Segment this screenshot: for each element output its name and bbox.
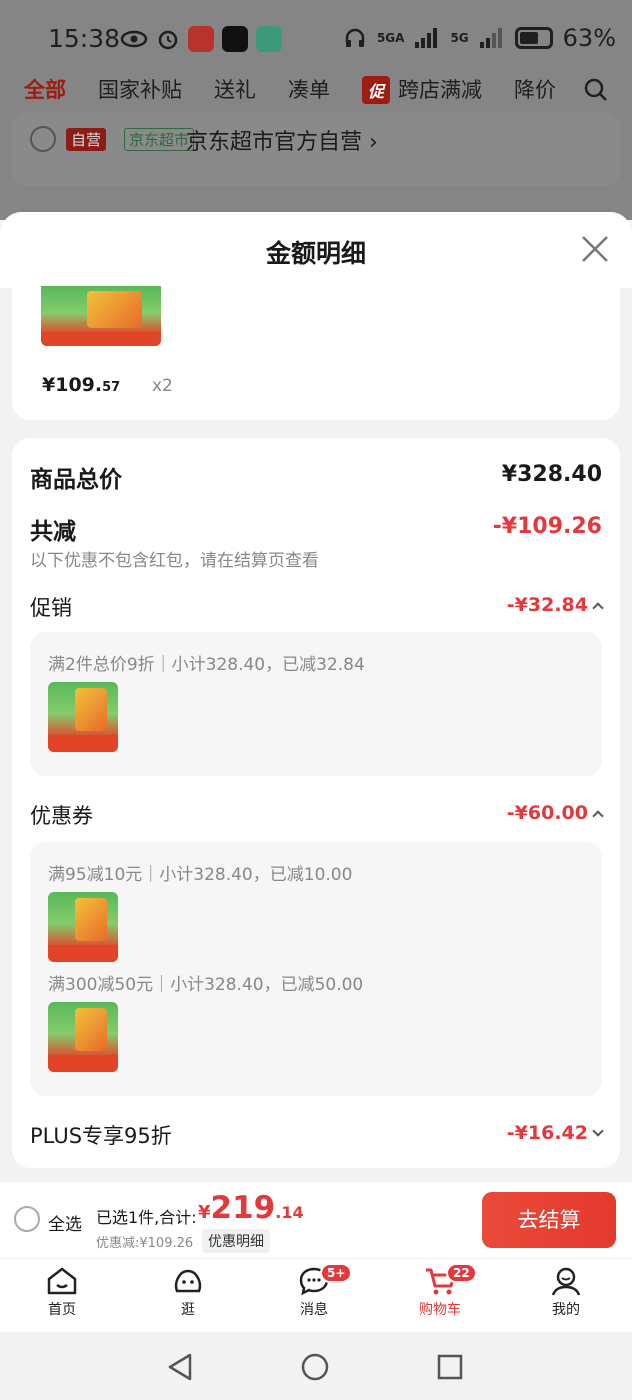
tab-cross-store[interactable]: 促跨店满减 [362, 74, 482, 104]
plus-value-text: -¥16.42 [506, 1122, 588, 1144]
d-app-icon [222, 26, 248, 52]
sheet-header: 金额明细 [0, 212, 632, 288]
signal-icon-2 [479, 28, 502, 48]
tab-bundle[interactable]: 凑单 [288, 74, 330, 104]
category-tabs: 全部 国家补贴 送礼 凑单 促跨店满减 降价 [24, 74, 556, 104]
signal-icon [415, 28, 438, 48]
product-price-main: ¥109. [42, 374, 103, 396]
status-right: 5GA 5G 63% [343, 24, 616, 52]
eye-icon [120, 30, 148, 48]
bottom-nav: 首页 逛 消息 5+ 购物车 22 我的 [0, 1258, 632, 1332]
mi-app-icon [256, 26, 282, 52]
coupon-label: 优惠券 [30, 804, 93, 828]
coupon-line-2: 满300减50元｜小计328.40，已减50.00 [48, 975, 364, 995]
promo-value-text: -¥32.84 [506, 594, 588, 616]
chevron-up-icon [592, 601, 604, 614]
battery-icon [514, 27, 553, 49]
promo-label: 促销 [30, 596, 72, 620]
store-checkbox[interactable] [30, 126, 56, 152]
total-currency: ¥ [198, 1202, 211, 1223]
profile-icon [551, 1267, 581, 1296]
select-all-checkbox[interactable] [14, 1206, 40, 1232]
coupon-product-image-1[interactable] [48, 892, 118, 962]
cart-badge: 22 [446, 1263, 477, 1283]
nav-messages[interactable]: 消息 5+ [274, 1263, 354, 1319]
reduce-note: 以下优惠不包含红包，请在结算页查看 [30, 551, 319, 571]
alarm-icon [158, 30, 178, 50]
tab-cross-store-label: 跨店满减 [398, 78, 483, 102]
discount-text: 优惠减:¥109.26 [96, 1236, 194, 1251]
store-name-label: 京东超市官方自营 [186, 130, 363, 155]
reduce-label: 共减 [30, 519, 76, 545]
reduce-value: -¥109.26 [492, 514, 602, 539]
jd-supermarket-tag: 京东超市 [124, 128, 195, 151]
nav-home[interactable]: 首页 [22, 1265, 102, 1319]
battery-percent: 63% [562, 24, 616, 52]
checkout-bar: 全选 已选1件,合计: ¥219.14 优惠减:¥109.26 优惠明细 去结算 [0, 1182, 632, 1258]
system-nav-bar [0, 1332, 632, 1400]
self-operated-tag: 自营 [66, 128, 107, 151]
nav-home-label: 首页 [48, 1302, 76, 1318]
promo-detail-box: 满2件总价9折｜小计328.40，已减32.84 [30, 632, 602, 776]
total-int: 219 [210, 1190, 276, 1226]
product-image[interactable] [41, 286, 161, 346]
sheet-title: 金额明细 [265, 239, 366, 268]
promo-value[interactable]: -¥32.84 [506, 594, 604, 616]
back-icon[interactable] [166, 1352, 194, 1382]
coupon-value[interactable]: -¥60.00 [506, 802, 604, 824]
clock: 15:38 [48, 24, 121, 53]
total-label: 商品总价 [30, 467, 122, 493]
plus-value[interactable]: -¥16.42 [506, 1122, 604, 1144]
promo-line: 满2件总价9折｜小计328.40，已减32.84 [48, 655, 365, 675]
tab-gift[interactable]: 送礼 [214, 74, 256, 104]
product-price: ¥109.57 [42, 374, 120, 396]
tab-national-subsidy[interactable]: 国家补贴 [98, 74, 182, 104]
message-badge: 5+ [320, 1263, 353, 1283]
store-row: 自营 京东超市 京东超市官方自营 › [12, 112, 620, 186]
nav-browse[interactable]: 逛 [148, 1265, 228, 1319]
store-name[interactable]: 京东超市官方自营 › [186, 124, 378, 156]
status-bar: 15:38 5GA 5G 63% [0, 0, 632, 80]
coupon-product-image-2[interactable] [48, 1002, 118, 1072]
amount-summary-card: 商品总价 ¥328.40 共减 -¥109.26 以下优惠不包含红包，请在结算页… [12, 438, 620, 1168]
total-price: ¥219.14 [198, 1190, 304, 1226]
nav-cart[interactable]: 购物车 22 [400, 1263, 480, 1319]
checkout-button[interactable]: 去结算 [482, 1192, 616, 1248]
nav-cart-label: 购物车 [419, 1302, 461, 1318]
coupon-value-text: -¥60.00 [506, 802, 588, 824]
discount-detail-button[interactable]: 优惠明细 [202, 1229, 270, 1253]
nav-me[interactable]: 我的 [526, 1265, 606, 1319]
product-price-decimal: 57 [102, 380, 121, 395]
netease-music-icon [188, 26, 214, 52]
total-value: ¥328.40 [501, 462, 602, 487]
tab-all[interactable]: 全部 [24, 74, 66, 104]
nav-me-label: 我的 [552, 1302, 580, 1318]
coupon-detail-box: 满95减10元｜小计328.40，已减10.00 满300减50元｜小计328.… [30, 842, 602, 1096]
promo-badge: 促 [362, 76, 391, 104]
select-all-label[interactable]: 全选 [48, 1210, 82, 1235]
product-card: ¥109.57 x2 [12, 286, 620, 420]
recents-icon[interactable] [436, 1353, 464, 1381]
promo-product-image[interactable] [48, 682, 118, 752]
selected-count: 已选1件,合计: [96, 1208, 197, 1227]
network-label-1: 5GA [376, 31, 405, 45]
nav-messages-label: 消息 [300, 1302, 328, 1318]
browse-icon [174, 1269, 202, 1293]
tab-price-drop[interactable]: 降价 [514, 74, 556, 104]
headphones-icon [345, 28, 365, 47]
home-icon [47, 1267, 77, 1295]
home-circle-icon[interactable] [300, 1352, 330, 1382]
search-icon[interactable] [584, 78, 608, 102]
network-label-2: 5G [450, 31, 469, 45]
status-icons [120, 26, 282, 52]
plus-label: PLUS专享95折 [30, 1124, 172, 1148]
coupon-line-1: 满95减10元｜小计328.40，已减10.00 [48, 865, 353, 885]
chevron-up-icon [592, 809, 604, 822]
total-dec: .14 [275, 1203, 304, 1222]
chevron-down-icon [592, 1124, 604, 1137]
nav-browse-label: 逛 [181, 1302, 195, 1318]
product-qty: x2 [152, 376, 173, 396]
close-icon[interactable] [580, 234, 610, 264]
